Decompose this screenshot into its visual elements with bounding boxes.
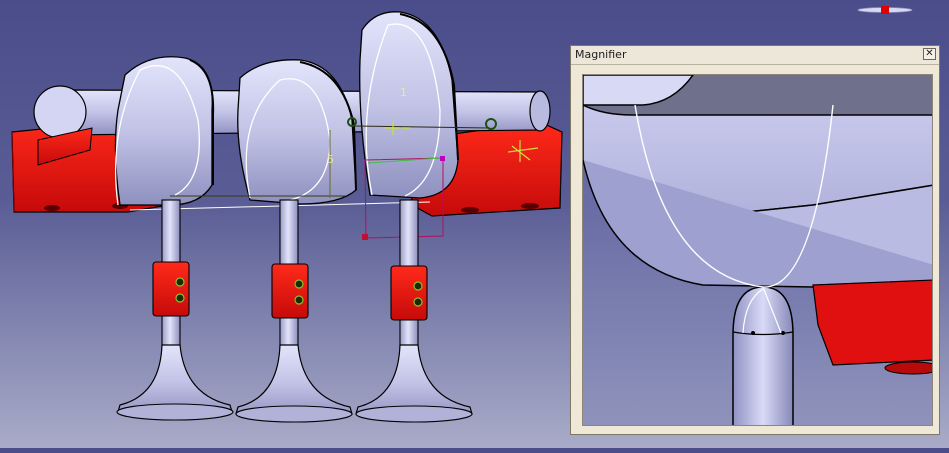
magnifier-window[interactable]: Magnifier ✕ (570, 45, 940, 435)
dimension-height[interactable]: 5 (327, 153, 334, 166)
dimension-angle[interactable]: 1 (400, 86, 407, 99)
magnifier-title: Magnifier (575, 48, 627, 61)
cam-lobe-2[interactable] (237, 59, 357, 205)
magnifier-titlebar[interactable]: Magnifier ✕ (571, 46, 939, 65)
compass-icon[interactable] (856, 4, 914, 16)
valve-1[interactable] (116, 199, 234, 421)
valve-3[interactable] (355, 199, 473, 423)
magnified-detail (583, 75, 932, 425)
close-icon[interactable]: ✕ (923, 48, 936, 60)
magnifier-view[interactable] (582, 74, 933, 426)
valve-2[interactable] (235, 199, 353, 423)
